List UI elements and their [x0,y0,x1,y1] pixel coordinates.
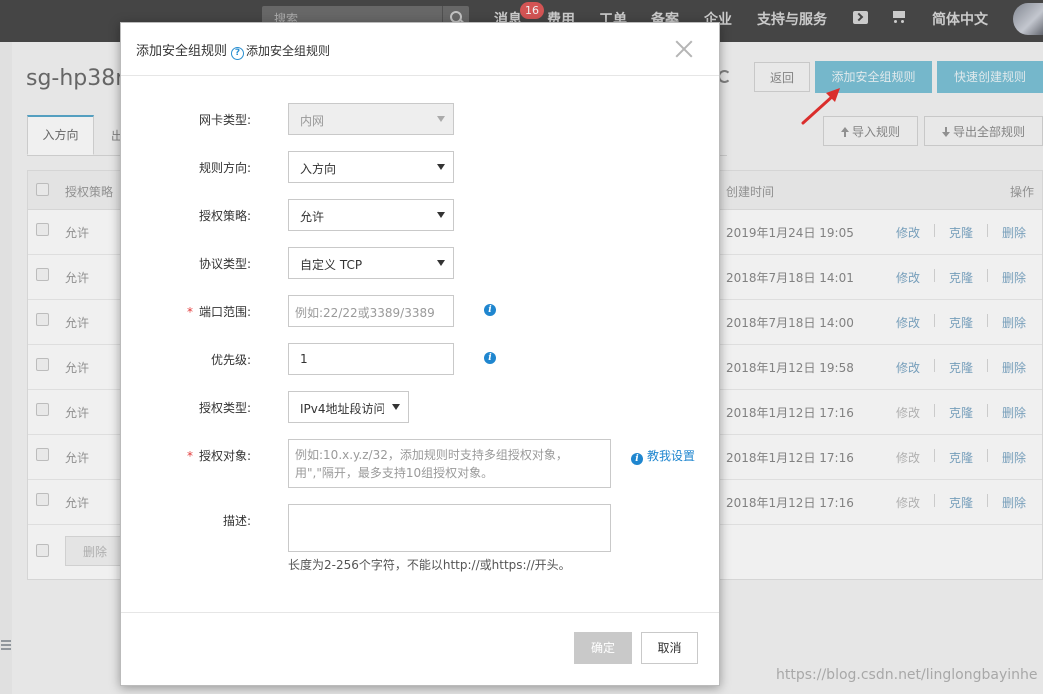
watermark: https://blog.csdn.net/linglongbayinhe [776,667,1038,683]
add-rule-dialog: 添加安全组规则? 添加安全组规则 网卡类型: 内网 规则方向: 入方向 授权策略:… [120,22,720,686]
auth-type-label: 授权类型: [198,401,251,415]
protocol-select[interactable]: 自定义 TCP [288,247,454,279]
priority-label: 优先级: [210,353,251,367]
protocol-label: 协议类型: [198,257,251,271]
direction-label: 规则方向: [198,161,251,175]
dialog-help-link[interactable]: 添加安全组规则 [246,44,330,58]
direction-value: 入方向 [300,162,337,176]
dialog-header: 添加安全组规则? 添加安全组规则 [121,23,719,76]
help-icon[interactable]: ? [231,47,245,60]
auth-object-label: * 授权对象: [187,447,251,464]
description-hint: 长度为2-256个字符，不能以http://或https://开头。 [288,558,571,572]
auth-type-select[interactable]: IPv4地址段访问 [288,391,409,423]
chevron-down-icon [392,404,400,410]
direction-select[interactable]: 入方向 [288,151,454,183]
teach-me-label: 教我设置 [647,449,696,463]
priority-input[interactable]: 1 [288,343,454,375]
policy-value: 允许 [300,210,325,224]
required-mark: * [186,305,193,319]
chevron-down-icon [437,116,445,122]
port-range-label: * 端口范围: [187,303,251,320]
auth-type-value: IPv4地址段访问 [300,402,384,416]
auth-object-textarea[interactable]: 例如:10.x.y.z/32，添加规则时支持多组授权对象，用","隔开，最多支持… [288,439,611,488]
nic-type-label: 网卡类型: [198,113,251,127]
info-icon[interactable]: i [484,304,496,316]
policy-select[interactable]: 允许 [288,199,454,231]
policy-label: 授权策略: [198,209,251,223]
port-range-label-text: 端口范围: [198,305,251,319]
info-icon: i [631,453,643,465]
dialog-footer-divider [121,612,719,613]
chevron-down-icon [437,164,445,170]
close-icon[interactable] [674,39,694,59]
port-range-input[interactable]: 例如:22/22或3389/3389 [288,295,454,327]
confirm-button[interactable]: 确定 [574,632,632,664]
protocol-value: 自定义 TCP [300,258,363,272]
port-range-placeholder: 例如:22/22或3389/3389 [295,306,435,320]
description-label: 描述: [222,514,251,528]
info-icon[interactable]: i [484,352,496,364]
dialog-title: 添加安全组规则 [136,44,228,59]
chevron-down-icon [437,260,445,266]
nic-type-value: 内网 [300,114,325,128]
nic-type-select: 内网 [288,103,454,135]
description-textarea[interactable] [288,504,611,552]
teach-me-link[interactable]: i 教我设置 [631,447,695,465]
auth-object-placeholder: 例如:10.x.y.z/32，添加规则时支持多组授权对象，用","隔开，最多支持… [295,448,568,480]
auth-object-label-text: 授权对象: [198,449,251,463]
cancel-button[interactable]: 取消 [641,632,698,664]
required-mark: * [186,449,193,463]
chevron-down-icon [437,212,445,218]
priority-value: 1 [300,352,308,366]
